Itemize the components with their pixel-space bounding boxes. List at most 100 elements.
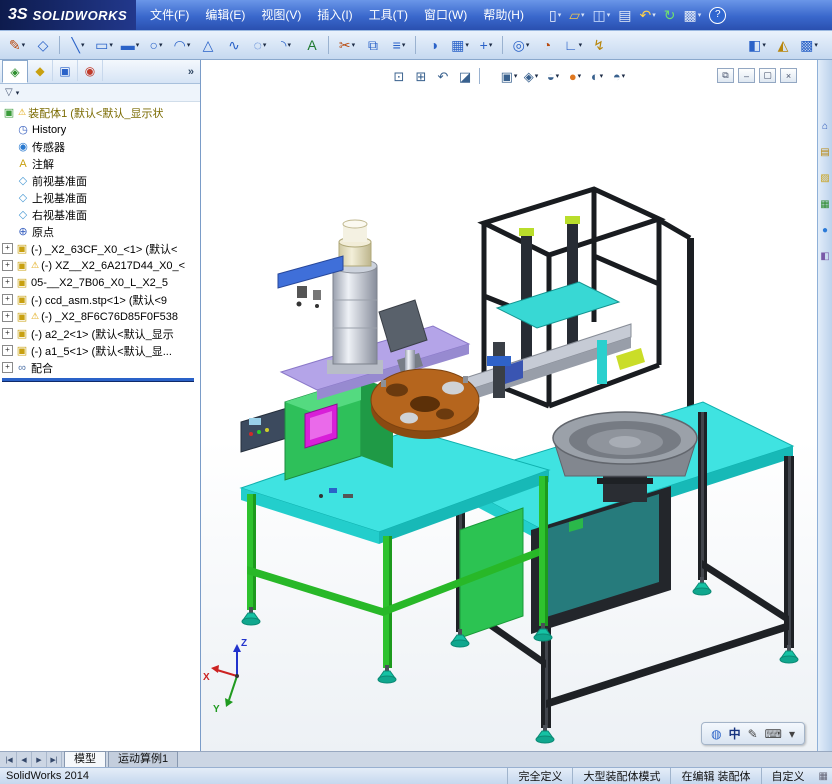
panel-expand-chevron[interactable]: » [182, 66, 200, 78]
instant3d-button[interactable]: ◭▾ [770, 32, 796, 58]
expander-icon[interactable]: + [2, 345, 13, 356]
tree-root-assembly[interactable]: + ▣ ⚠ 装配体1 (默认<默认_显示状 [0, 104, 200, 121]
section-view-button[interactable]: ◪▾ [454, 66, 476, 86]
separator[interactable]: ▾ [325, 34, 334, 56]
displaymanager-tab[interactable]: ◉ [78, 60, 103, 81]
ime-keyboard-icon[interactable]: ⌨ [765, 727, 782, 741]
text-tool-button[interactable]: A▾ [299, 32, 325, 58]
help-button[interactable]: ?▾ [706, 3, 729, 27]
tree-item-right-plane[interactable]: + ◇ ⚠ 右视基准面 [0, 206, 200, 223]
view-palette-tab-icon[interactable]: ▦ [820, 200, 829, 210]
graphics-viewport[interactable]: X Z Y ⊡▾ ⊞▾ ↶▾ ◪▾ ▾ ▣▾ ◈▾ ◒▾ [201, 60, 817, 751]
rebuild-button[interactable]: ↻▾ [661, 3, 679, 27]
ellipse-tool-button[interactable]: ◌ ▾ [247, 32, 273, 58]
design-library-tab-icon[interactable]: ▤ [820, 148, 829, 158]
fillet-tool-button[interactable]: ◝ ▾ [273, 32, 299, 58]
menu-insert[interactable]: 插入(I) [309, 4, 360, 26]
apply-scene-button[interactable]: ◐ ▾ [586, 66, 608, 86]
menu-file[interactable]: 文件(F) [142, 4, 197, 26]
zoom-area-button[interactable]: ⊞▾ [410, 66, 432, 86]
filter-icon[interactable]: ▽ [5, 87, 13, 98]
tree-item-sensors[interactable]: + ◉ ⚠ 传感器 [0, 138, 200, 155]
ime-pen-icon[interactable]: ✎ [748, 727, 758, 741]
expander-icon[interactable]: + [2, 277, 13, 288]
tree-item-component-5[interactable]: + ▣ ⚠ (-) _X2_8F6C76D85F0F538 [0, 308, 200, 325]
save-button[interactable]: ◫ ▾ [590, 3, 614, 27]
featuremanager-tab[interactable]: ◈ [2, 60, 28, 83]
view-settings-dropdown-button[interactable]: ▩ ▾ [796, 32, 822, 58]
print-button[interactable]: ▤▾ [615, 3, 634, 27]
open-button[interactable]: ▱ ▾ [566, 3, 587, 27]
smart-dimension-button[interactable]: ◇▾ [30, 32, 56, 58]
rapid-sketch-button[interactable]: ↯▾ [586, 32, 612, 58]
expander-icon[interactable]: + [2, 328, 13, 339]
menu-help[interactable]: 帮助(H) [475, 4, 532, 26]
menu-tools[interactable]: 工具(T) [361, 4, 416, 26]
display-relations-button[interactable]: ◎ ▾ [508, 32, 534, 58]
separator[interactable]: ▾ [56, 34, 65, 56]
expander-icon[interactable]: + [2, 311, 13, 322]
restore-window-button[interactable]: ⧉ [717, 68, 734, 83]
ime-icon[interactable]: ◍ [711, 727, 721, 741]
selection-filter-button[interactable]: ◧ ▾ [744, 32, 770, 58]
mirror-entities-button[interactable]: ◑▾ [421, 32, 447, 58]
file-explorer-tab-icon[interactable]: ▨ [820, 174, 829, 184]
tree-item-component-6[interactable]: + ▣ ⚠ (-) a2_2<1> (默认<默认_显示 [0, 325, 200, 342]
view-orientation-button[interactable]: ▣ ▾ [498, 66, 520, 86]
configurationmanager-tab[interactable]: ▣ [53, 60, 78, 81]
new-button[interactable]: ▯ ▾ [546, 3, 564, 27]
appearances-tab-icon[interactable]: ● [822, 226, 828, 236]
tree-item-component-4[interactable]: + ▣ ⚠ (-) ccd_asm.stp<1> (默认<9 [0, 291, 200, 308]
scroll-first-button[interactable]: |◀ [2, 752, 17, 767]
tree-item-component-3[interactable]: + ▣ ⚠ 05-__X2_7B06_X0_L_X2_5 [0, 274, 200, 291]
scroll-next-button[interactable]: ▶ [32, 752, 47, 767]
tree-item-component-2[interactable]: + ▣ ⚠ (-) XZ__X2_6A217D44_X0_< [0, 257, 200, 274]
resources-tab-icon[interactable]: ⌂ [822, 122, 828, 132]
edit-appearance-button[interactable]: ● ▾ [564, 66, 586, 86]
linear-pattern-button[interactable]: ▦ ▾ [447, 32, 473, 58]
quick-snaps-button[interactable]: ∟ ▾ [560, 32, 586, 58]
options-button[interactable]: ▩ ▾ [680, 3, 704, 27]
propertymanager-tab[interactable]: ◆ [28, 60, 53, 81]
tree-item-origin[interactable]: + ⊕ ⚠ 原点 [0, 223, 200, 240]
tree-item-top-plane[interactable]: + ◇ ⚠ 上视基准面 [0, 189, 200, 206]
separator[interactable]: ▾ [499, 34, 508, 56]
offset-entities-button[interactable]: ≡ ▾ [386, 32, 412, 58]
custom-properties-tab-icon[interactable]: ◧ [820, 252, 829, 262]
tree-item-front-plane[interactable]: + ◇ ⚠ 前视基准面 [0, 172, 200, 189]
slot-tool-button[interactable]: ▬ ▾ [117, 32, 143, 58]
expander-icon[interactable]: + [2, 362, 13, 373]
model-tab[interactable]: 模型 [64, 751, 106, 767]
move-entities-button[interactable]: + ▾ [473, 32, 499, 58]
line-tool-button[interactable]: ╲ ▾ [65, 32, 91, 58]
polygon-tool-button[interactable]: △▾ [195, 32, 221, 58]
sketch-button[interactable]: ✎ ▾ [4, 32, 30, 58]
undo-button[interactable]: ↶ ▾ [637, 3, 659, 27]
model-canvas[interactable]: X Z Y [201, 60, 817, 751]
expander-icon[interactable]: + [2, 243, 13, 254]
convert-entities-button[interactable]: ⧉▾ [360, 32, 386, 58]
repair-sketch-button[interactable]: ◔▾ [534, 32, 560, 58]
circle-tool-button[interactable]: ○ ▾ [143, 32, 169, 58]
motion-study-tab[interactable]: 运动算例1 [108, 751, 179, 767]
tree-item-component-1[interactable]: + ▣ ⚠ (-) _X2_63CF_X0_<1> (默认< [0, 240, 200, 257]
trim-entities-button[interactable]: ✂ ▾ [334, 32, 360, 58]
tree-item-annotations[interactable]: + A ⚠ 注解 [0, 155, 200, 172]
tree-item-mates[interactable]: + ∞ ⚠ 配合 [0, 359, 200, 376]
menu-window[interactable]: 窗口(W) [416, 4, 475, 26]
separator[interactable]: ▾ [476, 66, 498, 86]
expander-icon[interactable]: + [2, 294, 13, 305]
ime-language-indicator[interactable]: 中 [729, 725, 741, 742]
display-style-button[interactable]: ◈ ▾ [520, 66, 542, 86]
arc-tool-button[interactable]: ◠ ▾ [169, 32, 195, 58]
tree-item-history[interactable]: + ◷ ⚠ History [0, 121, 200, 138]
scroll-last-button[interactable]: ▶| [47, 752, 62, 767]
expander-icon[interactable]: + [2, 260, 13, 271]
hide-show-items-button[interactable]: ◒ ▾ [542, 66, 564, 86]
scroll-prev-button[interactable]: ◀ [17, 752, 32, 767]
rollback-bar[interactable] [2, 378, 194, 382]
close-window-button[interactable]: × [780, 68, 797, 83]
tree-item-component-7[interactable]: + ▣ ⚠ (-) a1_5<1> (默认<默认_显... [0, 342, 200, 359]
menu-edit[interactable]: 编辑(E) [197, 4, 253, 26]
rectangle-tool-button[interactable]: ▭ ▾ [91, 32, 117, 58]
